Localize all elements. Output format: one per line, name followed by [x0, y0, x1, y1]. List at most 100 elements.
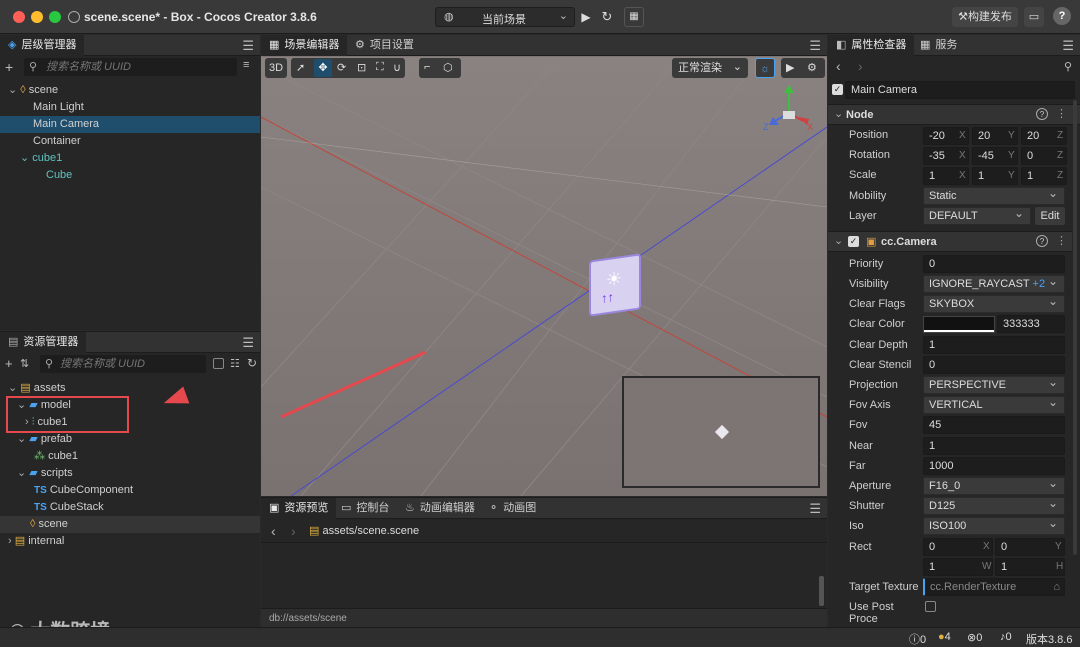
tab-animation-graph[interactable]: ⚬ 动画图 [481, 498, 544, 519]
tab-animation-editor[interactable]: ♨ 动画编辑器 [397, 498, 483, 519]
orientation-gizmo[interactable]: Z X [761, 83, 821, 138]
rect-h-input[interactable]: 1 [995, 558, 1065, 576]
tab-inspector[interactable]: ◧ 属性检查器 [828, 35, 915, 56]
use-post-process-checkbox[interactable] [925, 601, 936, 612]
tab-services[interactable]: ▦ 服务 [912, 35, 965, 56]
asset-item-prefab[interactable]: ⌄ ▰ prefab [0, 431, 260, 448]
clear-color-hex-input[interactable]: 333333 [997, 315, 1065, 333]
rect-tool-icon[interactable]: ⛶ [376, 61, 384, 74]
build-button[interactable]: ⚒构建发布 [952, 7, 1018, 27]
asset-item-cube1-prefab[interactable]: ⁂ cube1 [0, 448, 260, 465]
qrcode-icon[interactable]: ▦ [624, 7, 644, 27]
magnet-icon[interactable]: ∪ [393, 61, 401, 74]
render-mode-select[interactable]: 正常渲染 ⌄ [672, 58, 748, 78]
menu-icon[interactable]: ☰ [809, 38, 821, 54]
pivot-icon[interactable]: ⌐ [424, 61, 430, 73]
tree-item-main-camera[interactable]: Main Camera [0, 116, 260, 133]
gear-icon[interactable]: ⚙ [807, 61, 817, 74]
tab-hierarchy[interactable]: ◈ 层级管理器 [0, 35, 85, 56]
filter-checkbox[interactable] [213, 358, 224, 369]
forward-icon[interactable]: › [858, 58, 863, 74]
sort-icon[interactable]: ≡ [243, 59, 249, 71]
scale-tool-icon[interactable]: ⊡ [357, 61, 366, 74]
iso-select[interactable]: ISO100 [923, 515, 1065, 535]
refresh-icon[interactable]: ↻ [598, 7, 616, 27]
menu-icon[interactable]: ☰ [809, 501, 821, 517]
asset-item-assets[interactable]: ⌄ ▤ assets [0, 380, 260, 397]
menu-icon[interactable]: ☰ [242, 335, 254, 351]
projection-select[interactable]: PERSPECTIVE [923, 374, 1065, 394]
zoom-window-button[interactable] [49, 11, 61, 23]
priority-input[interactable]: 0 [923, 255, 1065, 273]
more-icon[interactable]: ⋮ [1056, 107, 1067, 120]
assets-search-input[interactable] [60, 356, 200, 372]
tree-item-main-light[interactable]: Main Light [0, 99, 260, 116]
clear-depth-input[interactable]: 1 [923, 336, 1065, 354]
select-tool-icon[interactable]: ➚ [296, 61, 305, 74]
rotate-tool-icon[interactable]: ⟳ [337, 61, 346, 74]
tree-item-container[interactable]: Container [0, 133, 260, 150]
minimize-window-button[interactable] [31, 11, 43, 23]
fov-input[interactable]: 45 [923, 416, 1065, 434]
breadcrumb-root[interactable]: assets [322, 525, 354, 537]
clear-flags-select[interactable]: SKYBOX [923, 293, 1065, 313]
add-icon[interactable]: + [5, 59, 13, 75]
back-icon[interactable]: ‹ [271, 523, 276, 539]
folder-icon[interactable]: ▭ [1024, 7, 1044, 27]
layer-select[interactable]: DEFAULT [923, 205, 1031, 225]
near-input[interactable]: 1 [923, 437, 1065, 455]
add-icon[interactable]: + [5, 356, 13, 371]
video-camera-icon[interactable]: ▶ [786, 61, 794, 74]
tree-item-cube1[interactable]: ⌄ cube1 [0, 150, 260, 167]
camera-section-header[interactable]: ⌄ ✓ ▣ cc.Camera ? ⋮ [828, 231, 1072, 252]
menu-icon[interactable]: ☰ [242, 38, 254, 54]
asset-item-scene[interactable]: ◊ scene [0, 516, 260, 533]
visibility-select[interactable]: IGNORE_RAYCAST +2 [923, 273, 1065, 293]
aperture-select[interactable]: F16_0 [923, 475, 1065, 495]
status-info[interactable]: ⓘ0 [909, 631, 926, 647]
tree-item-cube[interactable]: Cube [0, 167, 260, 184]
node-active-checkbox[interactable]: ✓ [832, 84, 843, 95]
refresh-icon[interactable]: ↻ [247, 356, 257, 370]
node-name-input[interactable]: Main Camera [845, 81, 1075, 99]
inspector-scrollbar[interactable] [1073, 100, 1077, 555]
sort-icon[interactable]: ⇅ [20, 357, 29, 370]
help-icon[interactable]: ? [1036, 108, 1048, 120]
status-notice[interactable]: ♪0 [1000, 631, 1012, 643]
asset-item-scripts[interactable]: ⌄ ▰ scripts [0, 465, 260, 482]
help-icon[interactable]: ? [1036, 235, 1048, 247]
3d-toggle-button[interactable]: 3D [265, 58, 287, 78]
tree-item-scene[interactable]: ⌄ ◊ scene [0, 82, 260, 99]
menu-icon[interactable]: ☰ [1062, 38, 1074, 54]
shutter-select[interactable]: D125 [923, 495, 1065, 515]
tab-project-settings[interactable]: ⚙ 项目设置 [347, 35, 422, 56]
breadcrumb-file[interactable]: scene.scene [357, 525, 419, 537]
scrollbar[interactable] [819, 576, 824, 606]
tab-asset-preview[interactable]: ▣ 资源预览 [261, 498, 337, 519]
lightbulb-icon[interactable]: ☼ [755, 58, 775, 78]
play-icon[interactable]: ▶ [577, 7, 595, 27]
help-icon[interactable]: ? [1053, 7, 1071, 25]
close-window-button[interactable] [13, 11, 25, 23]
layer-edit-button[interactable]: Edit [1035, 207, 1065, 225]
hierarchy-search-input[interactable] [46, 59, 231, 75]
move-tool-icon[interactable]: ✥ [314, 59, 332, 77]
cube-object[interactable]: ☀ ↑↑ [589, 253, 641, 317]
fov-axis-select[interactable]: VERTICAL [923, 394, 1065, 414]
asset-item-internal[interactable]: › ▤ internal [0, 533, 260, 550]
node-section-header[interactable]: ⌄ Node ? ⋮ [828, 104, 1080, 125]
pin-icon[interactable]: ⚲ [1064, 60, 1072, 73]
cube-icon[interactable]: ⬡ [443, 61, 453, 74]
clear-color-swatch[interactable] [923, 316, 995, 333]
far-input[interactable]: 1000 [923, 457, 1065, 475]
forward-icon[interactable]: › [291, 523, 296, 539]
clear-stencil-input[interactable]: 0 [923, 356, 1065, 374]
asset-item-cubestack[interactable]: TS CubeStack [0, 499, 260, 516]
target-texture-input[interactable]: cc.RenderTexture ⌂ [923, 578, 1065, 596]
status-error[interactable]: ⊗0 [967, 631, 982, 644]
back-icon[interactable]: ‹ [836, 58, 841, 74]
tab-scene-editor[interactable]: ▦ 场景编辑器 [261, 35, 348, 56]
more-icon[interactable]: ⋮ [1056, 234, 1067, 247]
list-icon[interactable]: ☷ [230, 357, 240, 370]
assets-search[interactable]: ⚲ [40, 355, 206, 373]
